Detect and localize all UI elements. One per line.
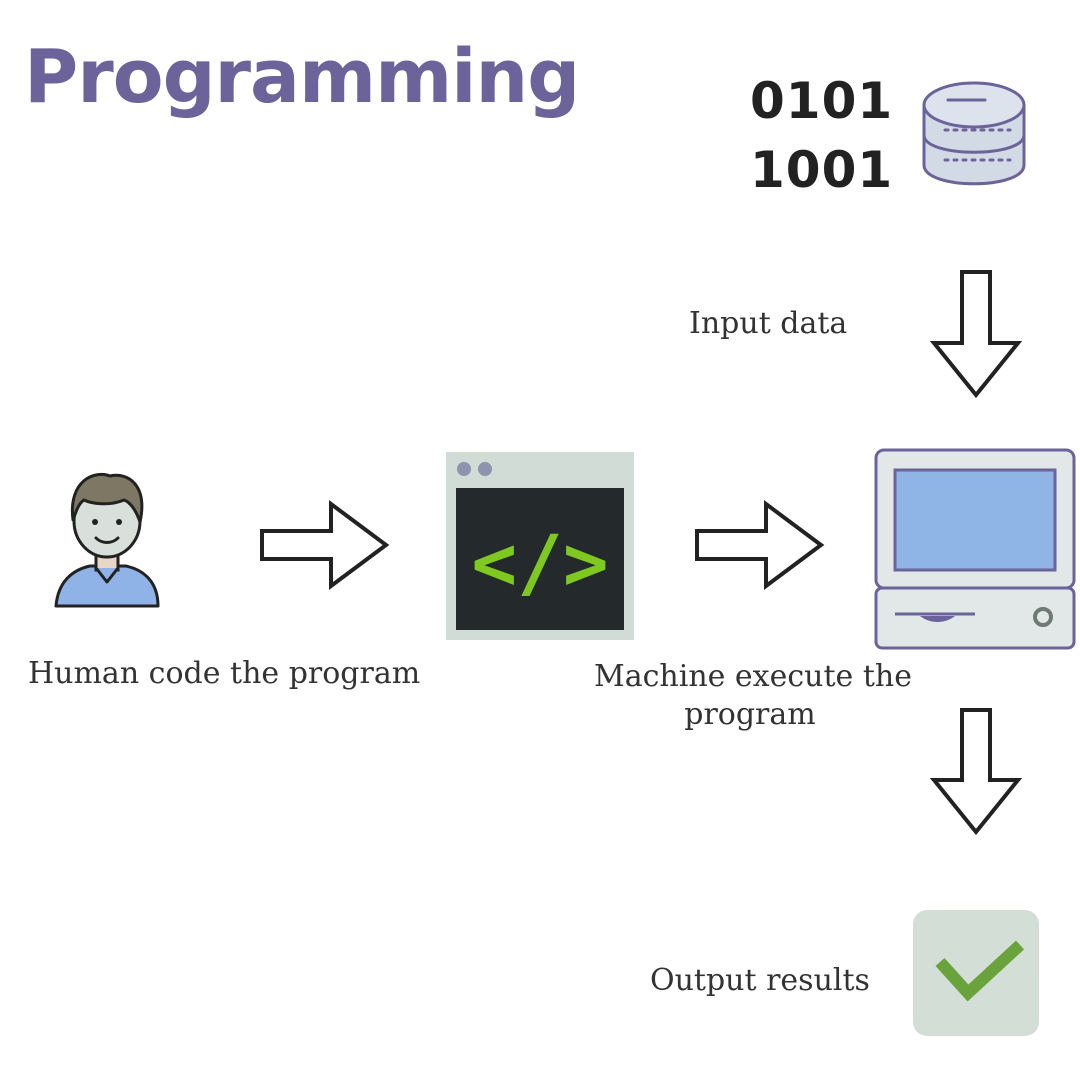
code-window-icon: </> (446, 452, 634, 640)
binary-line-2: 1001 (750, 141, 894, 199)
diagram-canvas: </> (54, 81, 1076, 1036)
human-code-label: Human code the program (28, 656, 421, 691)
person-icon (54, 472, 160, 608)
code-symbol: </> (471, 518, 608, 607)
arrow-right-machine (695, 500, 825, 590)
checkmark-icon (913, 910, 1039, 1036)
output-results-label: Output results (650, 963, 870, 998)
page-title: Programming (24, 34, 580, 120)
arrow-down-output (929, 708, 1023, 836)
database-icon (922, 81, 1026, 186)
computer-icon (874, 448, 1076, 650)
machine-execute-label-line-1: Machine execute the (594, 659, 912, 694)
machine-execute-label-line-2: program (684, 697, 816, 732)
arrow-right-code (260, 500, 390, 590)
arrow-down-input (929, 270, 1023, 399)
input-data-label: Input data (689, 306, 848, 341)
binary-line-1: 0101 (750, 72, 894, 130)
